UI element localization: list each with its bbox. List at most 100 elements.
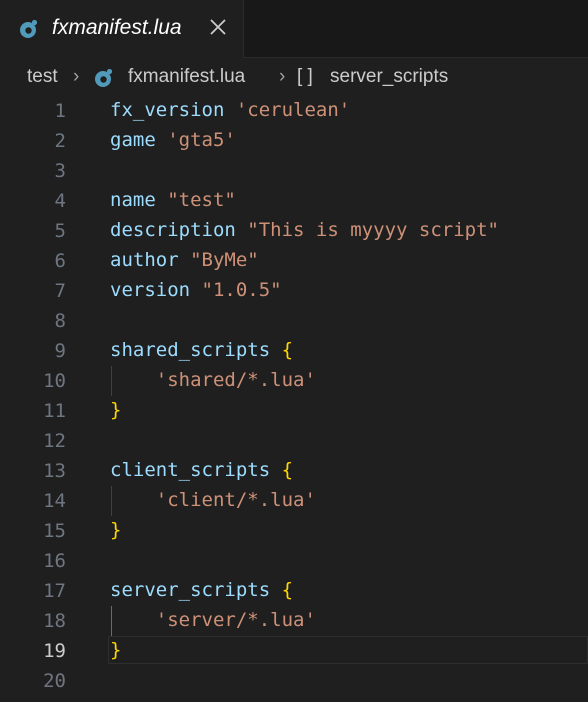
code-text: game 'gta5' [110,129,236,151]
breadcrumb: test › fxmanifest.lua › [ ] server_scrip… [0,58,588,96]
current-line-highlight [108,636,588,664]
code-token: fx_version [110,99,225,121]
code-token: 'gta5' [167,129,236,151]
line-number: 2 [54,130,66,152]
code-line[interactable]: 6 author "ByMe" [0,246,588,276]
code-editor[interactable]: 1 fx_version 'cerulean' 2 game 'gta5' 3 4 name… [0,96,588,702]
code-line[interactable]: 7 version "1.0.5" [0,276,588,306]
line-number: 4 [54,190,66,212]
code-token: name [110,189,156,211]
close-icon[interactable] [207,16,229,38]
code-line[interactable]: 3 [0,156,588,186]
code-token: shared_scripts [110,339,271,361]
breadcrumb-folder[interactable]: test [27,66,58,88]
code-text: } [110,399,121,421]
code-line[interactable]: 20 [0,666,588,696]
breadcrumb-file[interactable]: fxmanifest.lua [128,66,245,88]
code-line[interactable]: 5 description "This is myyyy script" [0,216,588,246]
code-text: 'server/*.lua' [110,609,316,631]
tab-bar: fxmanifest.lua [0,0,588,58]
line-number: 14 [43,490,66,512]
code-line[interactable]: 18 'server/*.lua' [0,606,588,636]
code-token: version [110,279,191,301]
code-token: { [281,339,294,361]
code-text: description "This is myyyy script" [110,219,499,241]
symbol-array-icon: [ ] [297,66,313,87]
code-line[interactable]: 8 [0,306,588,336]
code-line[interactable]: 16 [0,546,588,576]
code-token: description [110,219,236,241]
tab-fxmanifest[interactable]: fxmanifest.lua [0,0,244,58]
lua-file-icon [95,68,113,87]
code-text: } [110,519,121,541]
code-token: author [110,249,179,271]
code-line[interactable]: 9 shared_scripts { [0,336,588,366]
code-text: shared_scripts { [110,339,293,361]
lua-file-icon [20,19,38,38]
line-number: 19 [43,640,66,662]
code-token: "test" [167,189,236,211]
line-number: 10 [43,370,66,392]
code-line[interactable]: 4 name "test" [0,186,588,216]
breadcrumb-symbol[interactable]: server_scripts [330,66,448,88]
tab-title: fxmanifest.lua [52,16,182,39]
code-text: 'client/*.lua' [110,489,316,511]
line-number: 18 [43,610,66,632]
line-number: 11 [43,400,66,422]
line-number: 8 [54,310,66,332]
code-line[interactable]: 11} [0,396,588,426]
code-text: 'shared/*.lua' [110,369,316,391]
code-token: client_scripts [110,459,271,481]
code-line[interactable]: 17 server_scripts { [0,576,588,606]
line-number: 12 [43,430,66,452]
line-number: 6 [54,250,66,272]
code-token: game [110,129,156,151]
code-text: fx_version 'cerulean' [110,99,350,121]
code-token: { [281,459,294,481]
code-token: "ByMe" [190,249,259,271]
code-text: server_scripts { [110,579,293,601]
line-number: 17 [43,580,66,602]
line-number: 20 [43,670,66,692]
line-number: 16 [43,550,66,572]
line-number: 5 [54,220,66,242]
line-number: 13 [43,460,66,482]
line-number: 15 [43,520,66,542]
code-token: { [281,579,294,601]
code-token: 'shared/*.lua' [155,369,316,391]
line-number: 1 [54,100,66,122]
code-line[interactable]: 1 fx_version 'cerulean' [0,96,588,126]
line-number: 9 [54,340,66,362]
code-token: 'client/*.lua' [155,489,316,511]
code-line[interactable]: 12 [0,426,588,456]
chevron-right-icon: › [279,66,286,87]
code-token: } [110,399,122,421]
code-token: "This is myyyy script" [247,219,499,241]
code-text: name "test" [110,189,236,211]
code-line[interactable]: 2 game 'gta5' [0,126,588,156]
code-text: } [110,639,121,661]
code-text: version "1.0.5" [110,279,282,301]
code-line[interactable]: 14 'client/*.lua' [0,486,588,516]
code-token: 'cerulean' [235,99,351,121]
code-text: client_scripts { [110,459,293,481]
code-line[interactable]: 15} [0,516,588,546]
code-token: 'server/*.lua' [155,609,316,631]
code-line[interactable]: 19} [0,636,588,666]
code-token: } [110,639,122,661]
code-line[interactable]: 13 client_scripts { [0,456,588,486]
line-number: 7 [54,280,66,302]
code-line[interactable]: 10 'shared/*.lua' [0,366,588,396]
line-number: 3 [54,160,66,182]
